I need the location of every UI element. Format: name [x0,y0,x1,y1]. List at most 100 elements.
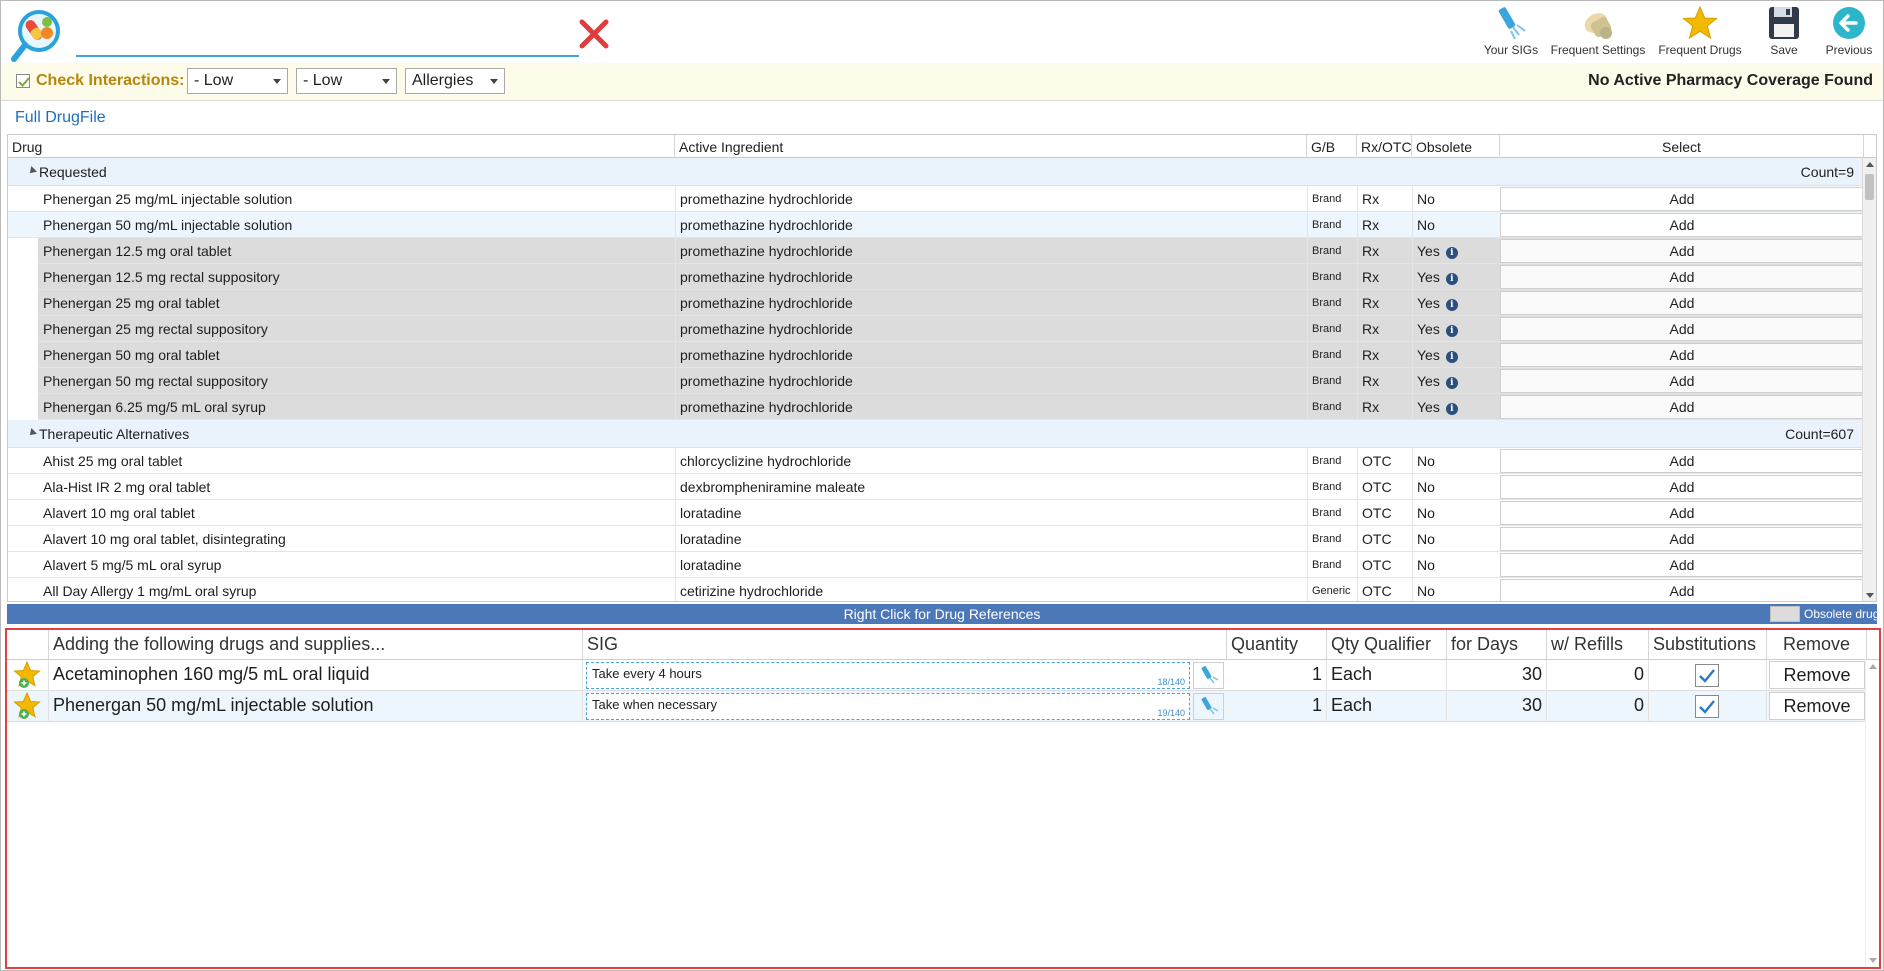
favorite-star-icon[interactable] [7,660,49,691]
collapse-triangle-icon[interactable] [27,166,37,176]
generic-brand: Brand [1307,552,1357,578]
drug-row[interactable]: Phenergan 50 mg/mL injectable solution pr… [8,212,1864,238]
refills-field[interactable]: 0 [1547,691,1649,722]
drug-row[interactable]: Alavert 5 mg/5 mL oral syrup loratadine Br… [8,552,1864,578]
drug-row[interactable]: Phenergan 25 mg oral tablet promethazine … [8,290,1864,316]
add-drug-button[interactable]: Add [1500,449,1864,473]
add-drug-button[interactable]: Add [1500,317,1864,341]
your-sigs-button[interactable]: Your SIGs [1481,5,1541,61]
drug-search-field[interactable] [76,13,579,57]
drug-row[interactable]: All Day Allergy 1 mg/mL oral syrup cetiri… [8,578,1864,601]
frequent-settings-label: Frequent Settings [1550,43,1646,57]
save-button[interactable]: Save [1759,5,1809,61]
drug-row[interactable]: Ahist 25 mg oral tablet chlorcyclizine hy… [8,448,1864,474]
add-drug-button[interactable]: Add [1500,343,1864,367]
drug-row[interactable]: Phenergan 25 mg/mL injectable solution pr… [8,186,1864,212]
remove-button[interactable]: Remove [1769,661,1865,689]
frequent-settings-button[interactable]: Frequent Settings [1549,5,1647,61]
scroll-down-icon[interactable] [1869,958,1877,963]
drug-row[interactable]: Alavert 10 mg oral tablet loratadine Brand… [8,500,1864,526]
column-header-select[interactable]: Select [1500,135,1864,158]
sig-text: Take every 4 hours [592,666,702,681]
add-drug-button[interactable]: Add [1500,527,1864,551]
add-drug-button[interactable]: Add [1500,475,1864,499]
active-ingredient: promethazine hydrochloride [675,264,1307,290]
remove-button[interactable]: Remove [1769,692,1865,720]
add-drug-button[interactable]: Add [1500,369,1864,393]
collapse-triangle-icon[interactable] [27,428,37,438]
column-header-gb[interactable]: G/B [1307,135,1357,158]
refills-field[interactable]: 0 [1547,660,1649,691]
scroll-up-icon[interactable] [1869,664,1877,669]
sig-input[interactable]: Take when necessary 19/140 [586,693,1190,720]
column-header-obsolete[interactable]: Obsolete [1412,135,1500,158]
info-icon[interactable]: i [1445,377,1458,389]
interaction-severity-select[interactable]: - Low [187,68,288,94]
column-header-active-ingredient[interactable]: Active Ingredient [675,135,1307,158]
drug-row[interactable]: Phenergan 50 mg oral tablet promethazine … [8,342,1864,368]
add-drug-button[interactable]: Add [1500,187,1864,211]
column-header-refills[interactable]: w/ Refills [1547,630,1649,660]
drug-row[interactable]: Phenergan 12.5 mg oral tablet promethazin… [8,238,1864,264]
column-header-qty-qualifier[interactable]: Qty Qualifier [1327,630,1447,660]
column-header-sig[interactable]: SIG [583,630,1227,660]
allergies-select[interactable]: Allergies [405,68,505,94]
column-header-rx-otc[interactable]: Rx/OTC [1357,135,1412,158]
add-drug-button[interactable]: Add [1500,553,1864,577]
sig-pen-icon[interactable] [1193,662,1224,689]
substitutions-checkbox[interactable] [1695,664,1719,687]
add-drug-button[interactable]: Add [1500,501,1864,525]
drug-row[interactable]: Phenergan 25 mg rectal suppository promet… [8,316,1864,342]
group-header-row[interactable]: Therapeutic Alternatives Count=607 [8,420,1864,448]
drug-row[interactable]: Phenergan 6.25 mg/5 mL oral syrup prometh… [8,394,1864,420]
info-icon[interactable]: i [1445,273,1458,285]
group-header-row[interactable]: Requested Count=9 [8,158,1864,186]
drug-row[interactable]: Phenergan 50 mg rectal suppository promet… [8,368,1864,394]
info-icon[interactable]: i [1445,299,1458,311]
qty-qualifier-field[interactable]: Each [1327,660,1447,691]
column-header-for-days[interactable]: for Days [1447,630,1547,660]
drug-row[interactable]: Phenergan 12.5 mg rectal suppository prom… [8,264,1864,290]
add-drug-button[interactable]: Add [1500,291,1864,315]
previous-button[interactable]: Previous [1819,5,1879,61]
scroll-down-icon[interactable] [1866,593,1874,598]
adding-grid-scrollbar[interactable] [1865,660,1879,967]
frequent-drugs-button[interactable]: Frequent Drugs [1655,5,1745,61]
sig-pen-icon[interactable] [1193,693,1224,720]
column-header-remove[interactable]: Remove [1767,630,1867,660]
add-drug-button[interactable]: Add [1500,395,1864,419]
column-header-adding[interactable]: Adding the following drugs and supplies.… [49,630,583,660]
adding-row[interactable]: Phenergan 50 mg/mL injectable solution Ta… [7,691,1865,722]
for-days-field[interactable]: 30 [1447,660,1547,691]
column-header-quantity[interactable]: Quantity [1227,630,1327,660]
adding-row[interactable]: Acetaminophen 160 mg/5 mL oral liquid Tak… [7,660,1865,691]
info-icon[interactable]: i [1445,247,1458,259]
drug-grid-scrollbar[interactable] [1862,158,1876,601]
drug-row[interactable]: Ala-Hist IR 2 mg oral tablet dexbrompheni… [8,474,1864,500]
add-drug-button[interactable]: Add [1500,265,1864,289]
favorite-star-icon[interactable] [7,691,49,722]
add-drug-button[interactable]: Add [1500,239,1864,263]
clear-search-icon[interactable] [577,17,611,51]
quantity-field[interactable]: 1 [1227,660,1327,691]
full-drugfile-link[interactable]: Full DrugFile [15,109,106,127]
add-drug-button[interactable]: Add [1500,213,1864,237]
info-icon[interactable]: i [1445,403,1458,415]
info-icon[interactable]: i [1445,351,1458,363]
scrollbar-thumb[interactable] [1865,174,1874,200]
for-days-field[interactable]: 30 [1447,691,1547,722]
info-icon[interactable]: i [1445,325,1458,337]
column-header-substitutions[interactable]: Substitutions [1649,630,1767,660]
column-header-drug[interactable]: Drug [8,135,675,158]
quantity-field[interactable]: 1 [1227,691,1327,722]
substitutions-checkbox[interactable] [1695,695,1719,718]
drug-search-input[interactable] [76,13,579,53]
scroll-up-icon[interactable] [1866,162,1874,167]
qty-qualifier-field[interactable]: Each [1327,691,1447,722]
duplicate-therapy-select[interactable]: - Low [296,68,397,94]
drug-row[interactable]: Alavert 10 mg oral tablet, disintegratin… [8,526,1864,552]
check-interactions-checkbox[interactable] [16,74,30,88]
sig-input[interactable]: Take every 4 hours 18/140 [586,662,1190,689]
drug-name: Phenergan 50 mg/mL injectable solution [43,217,293,233]
add-drug-button[interactable]: Add [1500,579,1864,601]
